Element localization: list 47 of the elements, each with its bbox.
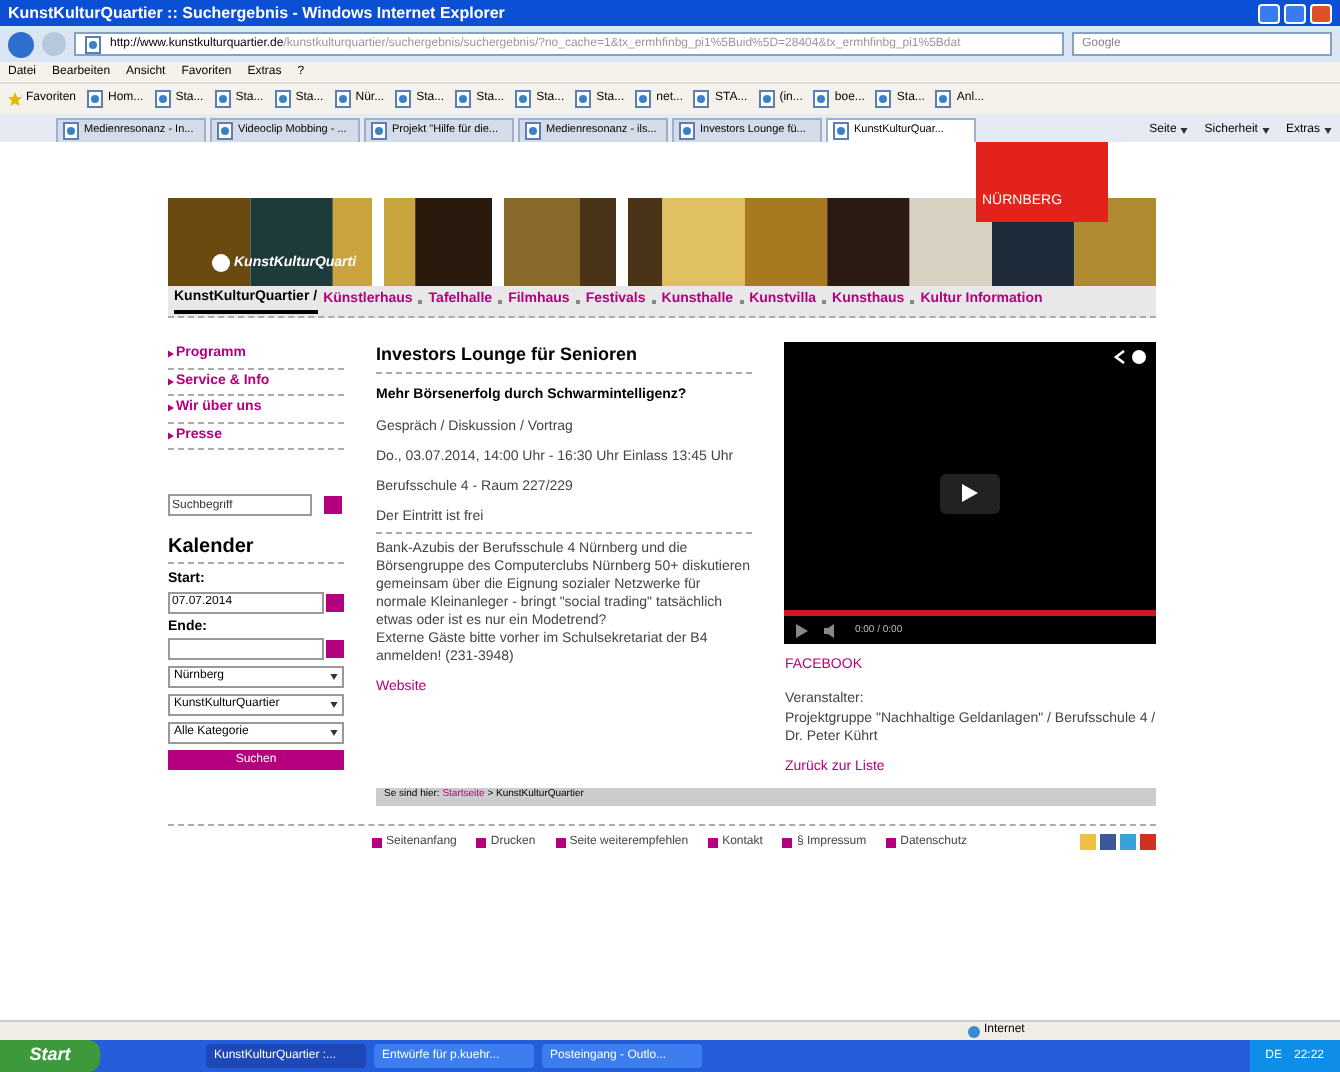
bullet-icon bbox=[168, 350, 174, 359]
page-icon bbox=[213, 90, 232, 108]
page-icon bbox=[678, 122, 696, 140]
play-icon bbox=[962, 484, 979, 502]
share-icon[interactable] bbox=[1114, 350, 1126, 364]
page-icon bbox=[812, 90, 831, 108]
page-icon bbox=[62, 122, 80, 140]
close-button[interactable] bbox=[1310, 3, 1332, 23]
page-icon bbox=[86, 90, 105, 108]
page-icon bbox=[273, 90, 292, 108]
caret-icon bbox=[330, 674, 338, 680]
caret-icon bbox=[1180, 127, 1189, 133]
page-icon bbox=[514, 90, 533, 108]
page-icon bbox=[394, 90, 413, 108]
page-icon bbox=[574, 90, 593, 108]
article-title: Investors Lounge für Senioren bbox=[376, 342, 753, 373]
page-icon bbox=[370, 122, 388, 140]
window-title: KunstKulturQuartier :: Suchergebnis - Windows Internet Explorer bbox=[8, 5, 505, 21]
caret-icon bbox=[330, 730, 338, 736]
page-icon bbox=[333, 90, 352, 108]
page-icon bbox=[934, 90, 953, 108]
page-icon bbox=[757, 90, 776, 108]
bullet-icon bbox=[168, 377, 174, 386]
start-button[interactable]: Start bbox=[0, 1040, 100, 1072]
info-icon[interactable] bbox=[1132, 350, 1146, 364]
play-button[interactable] bbox=[940, 473, 1001, 513]
page-icon bbox=[874, 90, 893, 108]
page-icon bbox=[692, 90, 711, 108]
bullet-icon bbox=[168, 404, 174, 413]
page-icon bbox=[216, 122, 234, 140]
caret-icon bbox=[1261, 127, 1270, 133]
caret-icon bbox=[330, 702, 338, 708]
bullet-icon bbox=[168, 431, 174, 440]
page-icon bbox=[832, 122, 850, 140]
star-icon bbox=[8, 92, 22, 106]
play-icon[interactable] bbox=[796, 623, 809, 638]
page-icon bbox=[454, 90, 473, 108]
speaker-icon[interactable] bbox=[824, 623, 839, 638]
caret-icon bbox=[1324, 127, 1332, 133]
page-icon bbox=[153, 90, 172, 108]
calendar-icon[interactable] bbox=[326, 593, 344, 611]
calendar-heading: Kalender bbox=[168, 532, 344, 564]
page-icon bbox=[524, 122, 542, 140]
back-button[interactable] bbox=[8, 31, 34, 57]
page-icon bbox=[84, 35, 102, 53]
end-date-field[interactable] bbox=[168, 638, 324, 660]
page-icon bbox=[634, 90, 653, 108]
